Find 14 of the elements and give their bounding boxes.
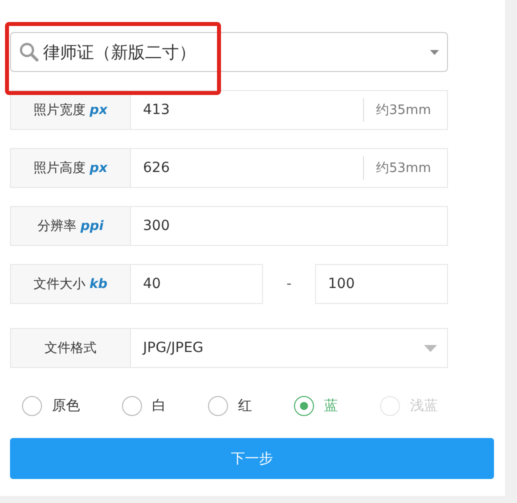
caret-icon (430, 50, 439, 54)
radio-label: 白 (152, 397, 166, 415)
radio-label: 原色 (52, 397, 80, 415)
range-separator: - (285, 276, 293, 292)
radio-button[interactable] (22, 396, 42, 416)
template-select[interactable]: 律师证（新版二寸） (10, 32, 448, 72)
radio-button[interactable] (208, 396, 228, 416)
search-icon (19, 42, 39, 62)
input-field[interactable]: 100 (315, 264, 448, 304)
radio-button[interactable] (122, 396, 142, 416)
template-value: 律师证（新版二寸） (43, 42, 197, 64)
radio-label: 蓝 (324, 397, 338, 415)
radio-label: 红 (238, 397, 252, 415)
radio-button[interactable] (294, 396, 314, 416)
